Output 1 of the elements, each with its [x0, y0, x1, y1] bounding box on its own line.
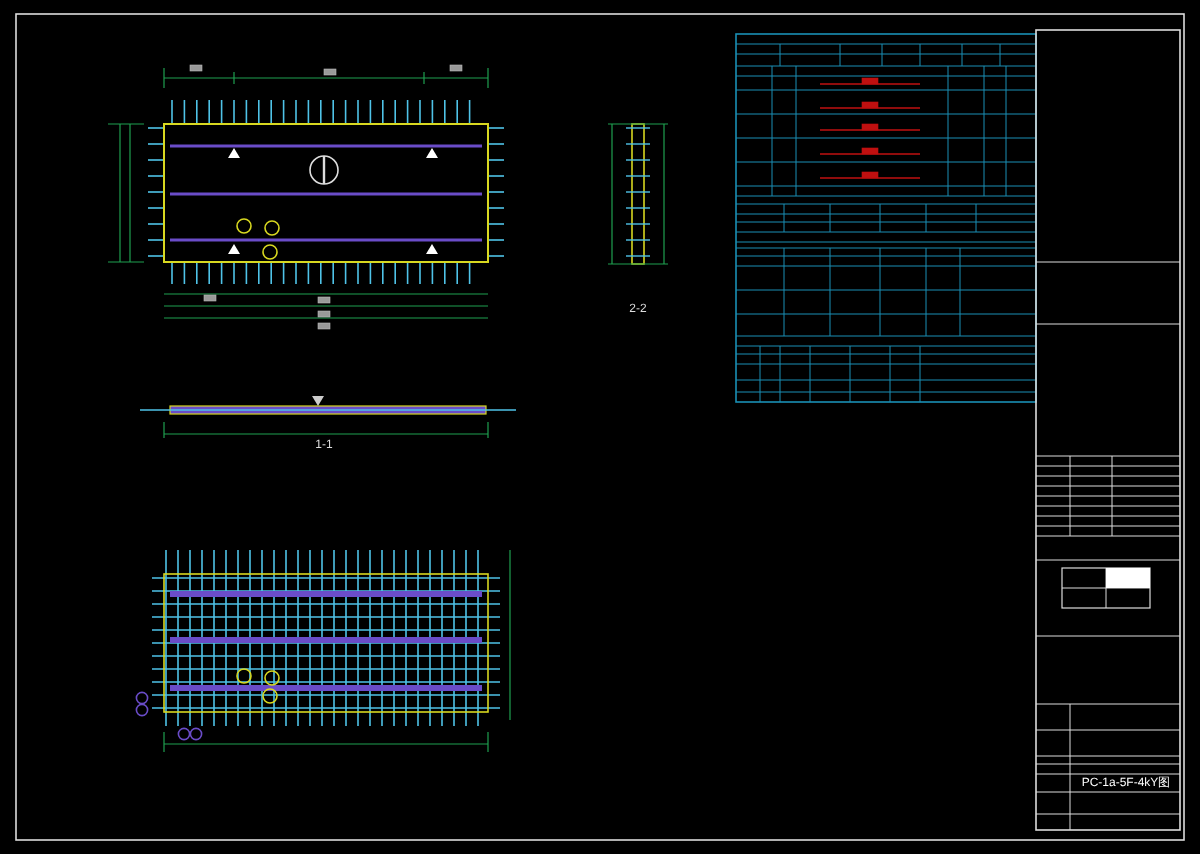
section-2-drawing: [607, 123, 669, 265]
